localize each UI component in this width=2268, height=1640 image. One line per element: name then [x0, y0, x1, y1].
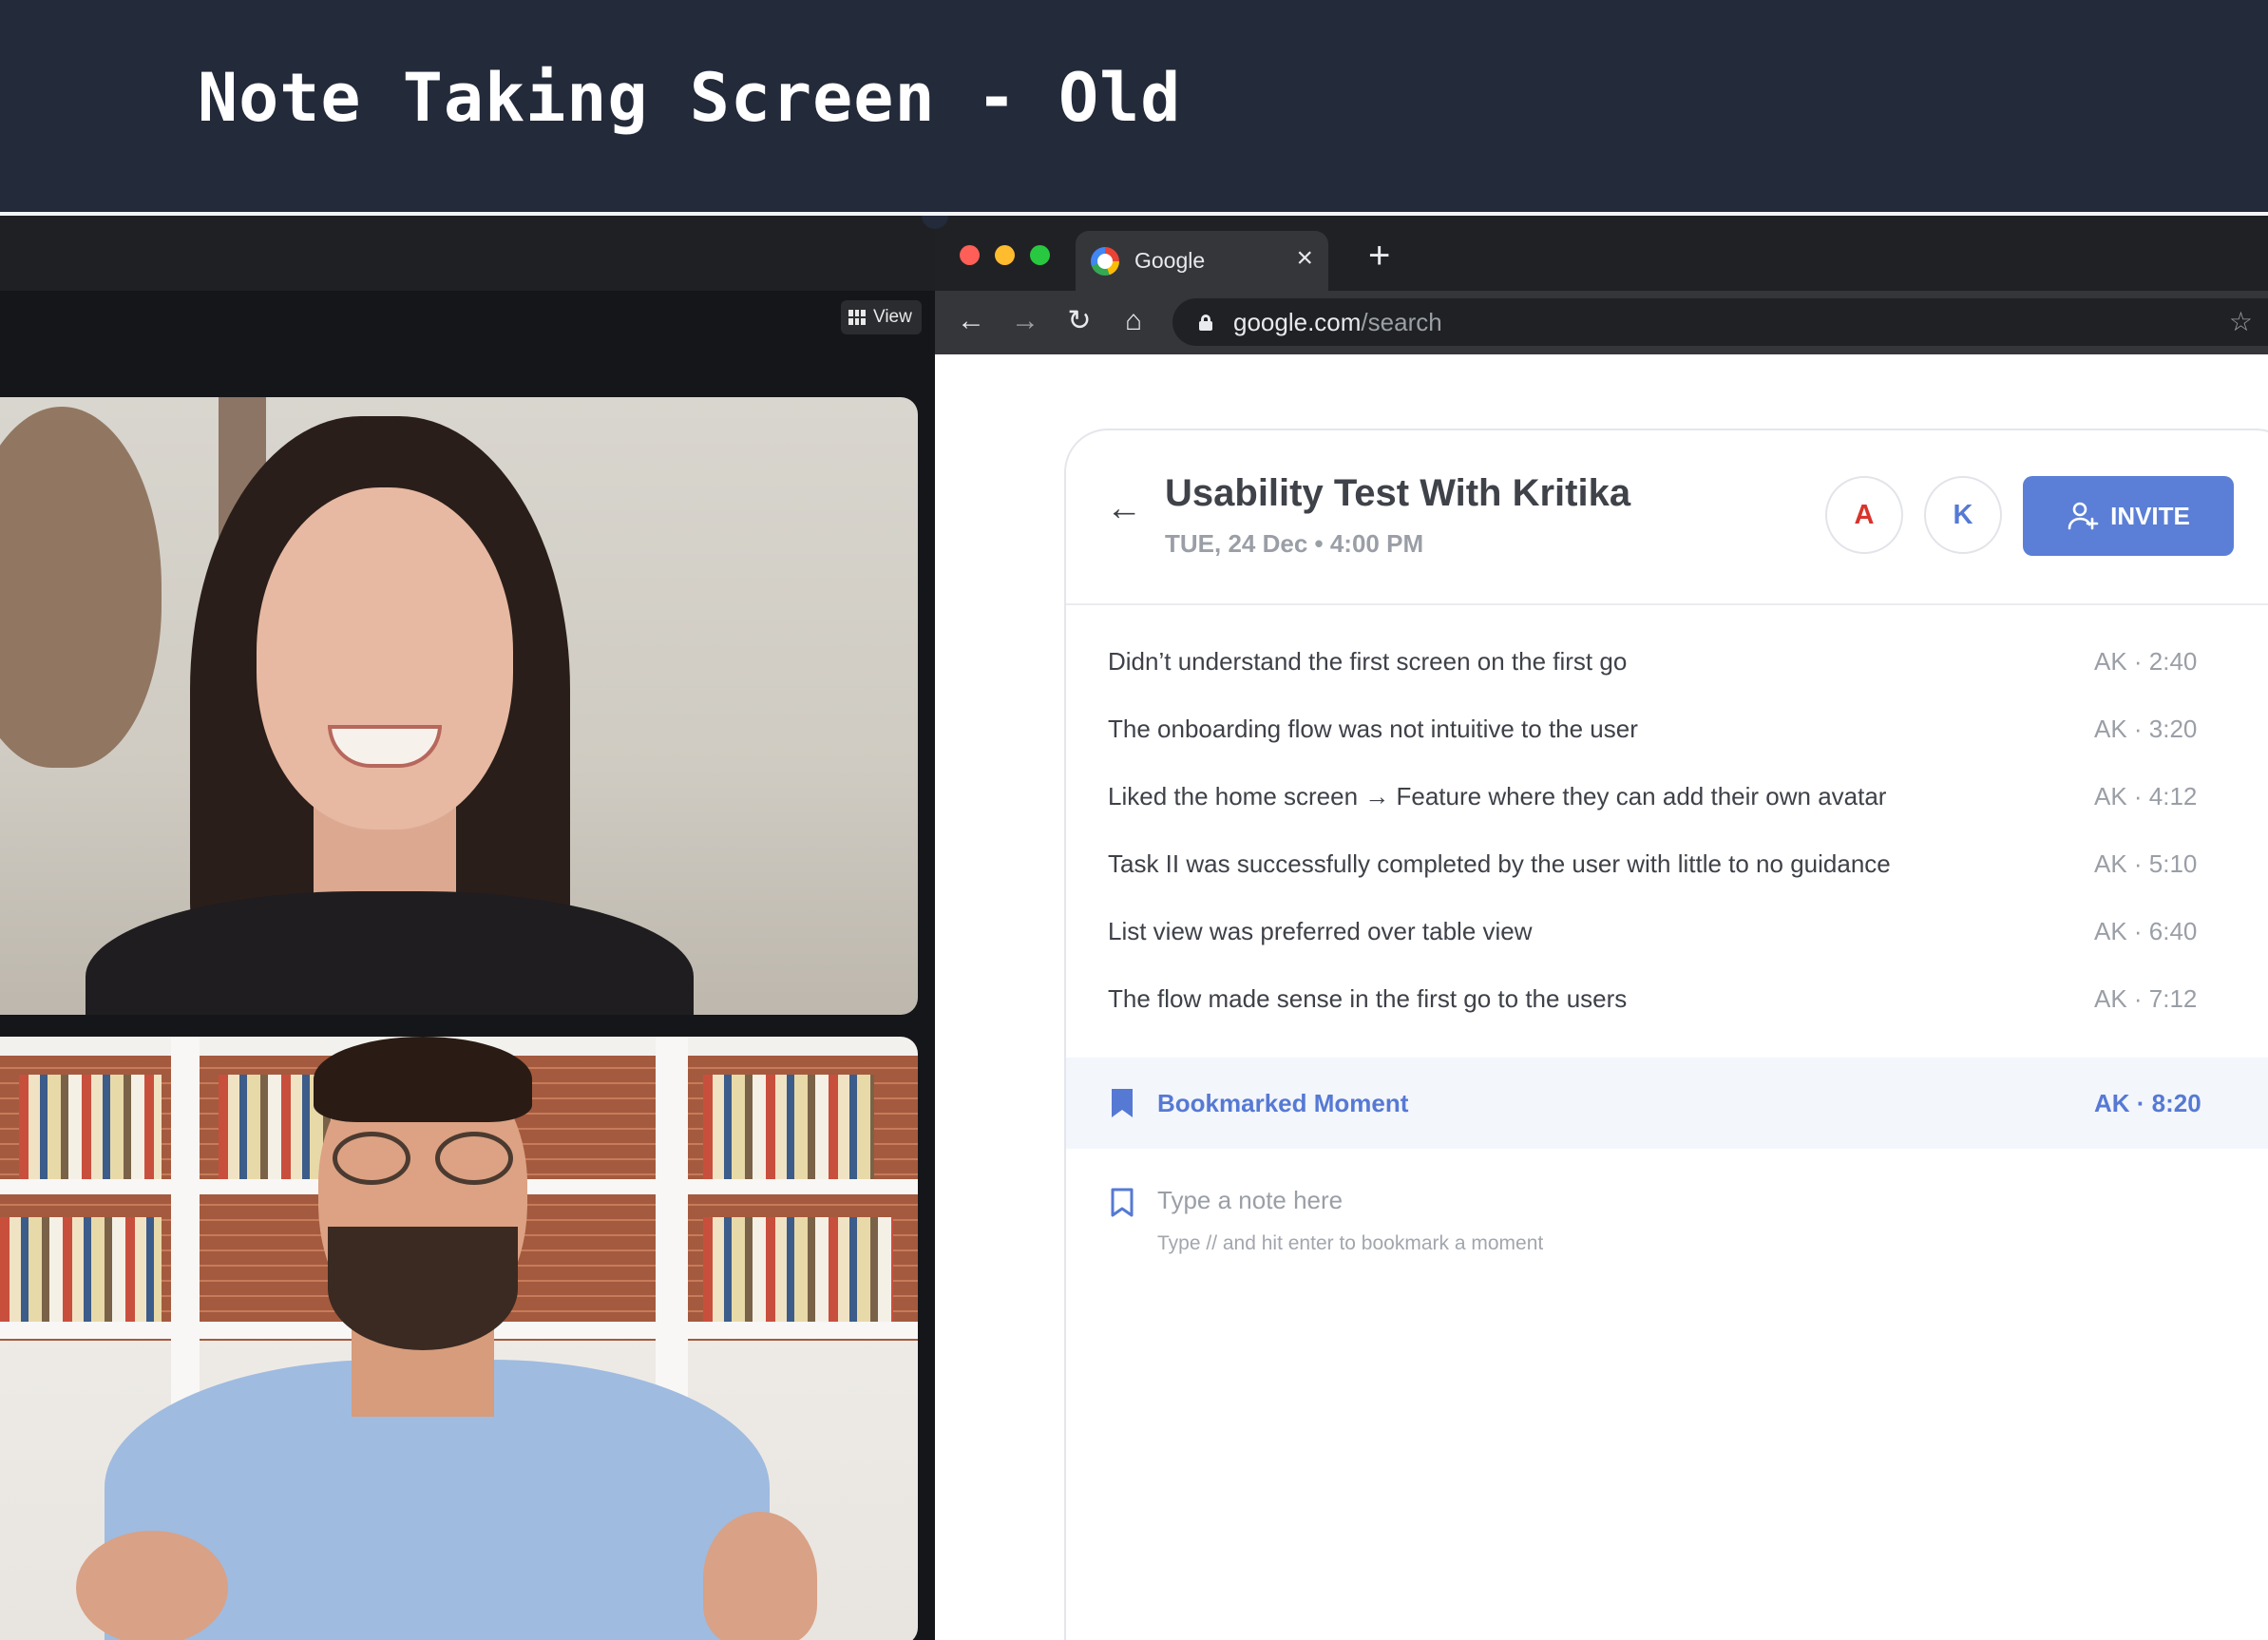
url-host: google.com: [1233, 307, 1362, 336]
avatar[interactable]: A: [1825, 476, 1903, 554]
plus-icon[interactable]: +: [1368, 237, 1390, 275]
page-title: Note Taking Screen - Old: [198, 59, 1182, 137]
list-item[interactable]: List view was preferred over table view …: [1066, 898, 2268, 965]
grid-view-icon: [848, 310, 866, 325]
invite-button-label: INVITE: [2110, 501, 2190, 530]
lock-icon[interactable]: [1199, 314, 1212, 331]
invite-button[interactable]: INVITE: [2023, 476, 2234, 556]
books: [703, 1075, 874, 1179]
forward-arrow-icon[interactable]: →: [1006, 302, 1044, 340]
list-item[interactable]: Liked the home screen → Feature where th…: [1066, 763, 2268, 830]
note-timestamp[interactable]: AK · 3:20: [2094, 715, 2197, 744]
participant-hair: [314, 1037, 532, 1122]
note-input[interactable]: [1157, 1179, 2012, 1221]
books: [703, 1217, 893, 1322]
avatar[interactable]: K: [1924, 476, 2002, 554]
minimize-window-button[interactable]: [995, 245, 1015, 265]
participant-hand-left: [76, 1531, 228, 1640]
list-item[interactable]: Task II was successfully completed by th…: [1066, 830, 2268, 898]
note-input-row: Type // and hit enter to bookmark a mome…: [1066, 1160, 2268, 1265]
back-arrow-icon[interactable]: ←: [952, 302, 990, 340]
home-icon[interactable]: ⌂: [1115, 302, 1153, 340]
star-icon[interactable]: ☆: [2229, 306, 2253, 337]
list-item[interactable]: Didn’t understand the first screen on th…: [1066, 628, 2268, 696]
note-timestamp[interactable]: AK · 7:12: [2094, 984, 2197, 1014]
bookmark-label: Bookmarked Moment: [1157, 1088, 1409, 1117]
notes-card-header: ← Usability Test With Kritika TUE, 24 De…: [1066, 430, 2268, 605]
tab-title: Google: [1134, 248, 1206, 273]
address-bar[interactable]: google.com/search ☆: [1172, 298, 2268, 346]
google-favicon-icon: [1091, 246, 1119, 276]
note-text: Task II was successfully completed by th…: [1108, 849, 1891, 878]
call-top-bar: [0, 216, 935, 291]
close-window-button[interactable]: [960, 245, 980, 265]
participant-video-2[interactable]: [0, 1037, 918, 1640]
notes-list: Didn’t understand the first screen on th…: [1066, 628, 2268, 1033]
participant-hand-right: [703, 1512, 817, 1640]
bookmarked-moment-row[interactable]: Bookmarked Moment AK · 8:20: [1066, 1058, 2268, 1149]
url-path: /search: [1361, 307, 1442, 336]
notes-card: ← Usability Test With Kritika TUE, 24 De…: [1064, 429, 2268, 1640]
back-arrow-icon[interactable]: ←: [1106, 489, 1144, 527]
page-header: Note Taking Screen - Old: [0, 0, 2268, 213]
participant-body: [86, 891, 694, 1015]
view-button[interactable]: View: [841, 300, 922, 334]
browser-window: Google × + ← → ↻ ⌂ google.com/search ☆ ←…: [922, 216, 2268, 1640]
maximize-window-button[interactable]: [1030, 245, 1050, 265]
list-item[interactable]: The onboarding flow was not intuitive to…: [1066, 696, 2268, 763]
view-button-label: View: [873, 307, 912, 327]
note-timestamp[interactable]: AK · 4:12: [2094, 782, 2197, 811]
books: [0, 1217, 162, 1322]
video-call-panel: View: [0, 216, 935, 1640]
participant-glasses: [333, 1132, 513, 1185]
close-icon[interactable]: ×: [1296, 244, 1313, 273]
participant-video-1[interactable]: [0, 397, 918, 1015]
background-guitar: [0, 407, 162, 768]
note-timestamp[interactable]: AK · 5:10: [2094, 849, 2197, 879]
note-input-hint: Type // and hit enter to bookmark a mome…: [1157, 1232, 1544, 1254]
note-text: The flow made sense in the first go to t…: [1108, 984, 1628, 1013]
participant-beard: [328, 1227, 518, 1350]
user-plus-icon: [2068, 502, 2099, 530]
participant-face: [257, 487, 513, 830]
note-text: Liked the home screen → Feature where th…: [1108, 782, 1887, 810]
list-item[interactable]: The flow made sense in the first go to t…: [1066, 965, 2268, 1033]
note-timestamp[interactable]: AK · 2:40: [2094, 647, 2197, 677]
browser-tab[interactable]: Google ×: [1076, 231, 1328, 291]
bookmark-timestamp[interactable]: AK · 8:20: [2094, 1089, 2201, 1118]
books: [19, 1075, 162, 1179]
reload-icon[interactable]: ↻: [1060, 302, 1098, 340]
note-timestamp[interactable]: AK · 6:40: [2094, 917, 2197, 946]
browser-toolbar: ← → ↻ ⌂ google.com/search ☆: [935, 291, 2268, 354]
note-text: List view was preferred over table view: [1108, 917, 1533, 945]
note-text: The onboarding flow was not intuitive to…: [1108, 715, 1638, 743]
note-text: Didn’t understand the first screen on th…: [1108, 647, 1628, 676]
bookmark-filled-icon: [1112, 1089, 1133, 1117]
browser-tab-strip: Google × +: [922, 216, 2268, 291]
session-date: TUE, 24 Dec • 4:00 PM: [1165, 529, 1424, 558]
bookmark-outline-icon[interactable]: [1110, 1187, 1134, 1219]
session-title: Usability Test With Kritika: [1165, 472, 1631, 514]
